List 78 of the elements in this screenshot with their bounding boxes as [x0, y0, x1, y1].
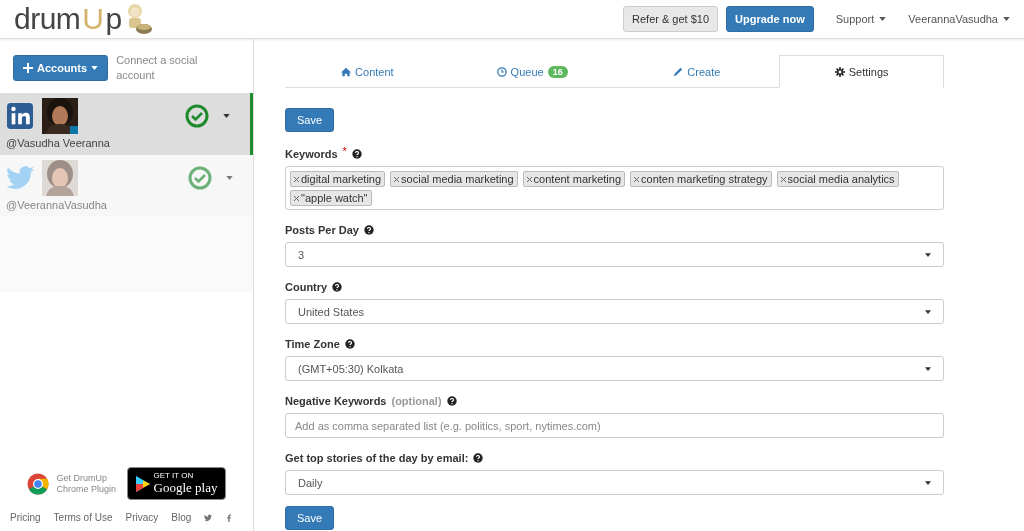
help-icon[interactable] [364, 225, 374, 235]
caret-icon [925, 309, 931, 314]
select-field[interactable]: United States [285, 299, 944, 324]
field-label: Posts Per Day [285, 223, 359, 237]
keyword-tag[interactable]: social media analytics [776, 171, 899, 187]
optional-hint: (optional) [391, 394, 442, 408]
pencil-icon [673, 66, 684, 77]
accounts-button[interactable]: Accounts [13, 55, 109, 81]
caret-icon [925, 480, 931, 485]
select-field[interactable]: (GMT+05:30) Kolkata [285, 356, 944, 381]
save-button[interactable]: Save [285, 506, 335, 530]
upgrade-button[interactable]: Upgrade now [726, 6, 814, 32]
save-button[interactable]: Save [285, 108, 335, 132]
select-field[interactable]: 3 [285, 242, 944, 267]
gear-icon [834, 66, 845, 77]
remove-icon[interactable] [294, 195, 299, 201]
account-item[interactable]: @VeerannaVasudha [0, 155, 253, 217]
remove-icon[interactable] [394, 176, 400, 182]
plugin-link[interactable]: Get DrumUp Chrome Plugin [56, 472, 119, 495]
check-icon [185, 104, 209, 128]
tab[interactable]: Create [614, 55, 780, 87]
caret-icon [925, 252, 931, 257]
help-icon[interactable] [473, 453, 484, 463]
field-label: Get top stories of the day by email: [285, 451, 469, 465]
keyword-tag[interactable]: digital marketing [290, 171, 386, 187]
remove-icon[interactable] [294, 176, 299, 182]
account-item[interactable]: @Vasudha Veeranna [0, 93, 253, 155]
field-label: Time Zone [285, 337, 340, 351]
footer-link[interactable]: Terms of Use [53, 512, 113, 523]
footer-link[interactable]: Pricing [10, 512, 41, 523]
account-handle: @Vasudha Veeranna [6, 137, 111, 149]
refer-button[interactable]: Refer & get $10 [623, 6, 719, 32]
help-icon[interactable] [344, 339, 355, 349]
count-badge: 16 [547, 65, 568, 78]
required-mark: * [342, 144, 347, 158]
menu-dropdown[interactable]: VeerannaVasudha [908, 13, 1010, 25]
bird-icon[interactable] [204, 513, 213, 522]
caret-icon [226, 176, 233, 180]
remove-icon[interactable] [526, 176, 532, 182]
home-icon [341, 66, 352, 77]
caret-icon [925, 366, 931, 371]
keyword-tag[interactable]: "apple watch" [290, 190, 372, 206]
check-icon [188, 166, 212, 190]
remove-icon[interactable] [780, 176, 786, 182]
account-handle: @VeerannaVasudha [6, 199, 108, 211]
field-label: Country [285, 280, 328, 294]
field-label: Negative Keywords [285, 394, 387, 408]
keyword-tag[interactable]: social media marketing [390, 171, 518, 187]
tab[interactable]: Queue 16 [449, 55, 615, 87]
google-play-badge[interactable]: GET IT ON Google play [126, 467, 227, 500]
chrome-icon[interactable] [26, 472, 49, 495]
tab[interactable]: Content [285, 55, 450, 87]
select-field[interactable]: Daily [285, 470, 944, 495]
plus-icon [23, 63, 33, 73]
bird-icon [6, 165, 34, 191]
caret-icon [1003, 17, 1010, 21]
help-icon[interactable] [332, 282, 343, 292]
clock-icon [496, 66, 507, 77]
footer-link[interactable]: Privacy [125, 512, 159, 523]
tab[interactable]: Settings [779, 55, 944, 88]
field-label: Keywords [285, 147, 338, 161]
facebook-icon[interactable] [225, 513, 234, 522]
menu-dropdown[interactable]: Support [835, 13, 887, 25]
keyword-tag[interactable]: conten marketing strategy [630, 171, 772, 187]
keywords-field[interactable]: digital marketing social media marketing content marketing conten marketing strategy social media analytics "apple watch" [285, 166, 944, 210]
caret-icon [223, 114, 230, 118]
linkedin-icon [6, 103, 34, 129]
logo[interactable]: drumUp [14, 2, 122, 36]
keyword-tag[interactable]: content marketing [522, 171, 626, 187]
caret-icon [879, 17, 887, 21]
caret-icon [91, 66, 99, 70]
footer-link[interactable]: Blog [171, 512, 192, 523]
remove-icon[interactable] [634, 176, 640, 182]
play-icon [135, 475, 150, 492]
input-field[interactable]: Add as comma separated list (e.g. politics, sport, nytimes.com) [285, 413, 944, 438]
connect-text: Connect a social account [116, 53, 199, 83]
help-icon[interactable] [446, 396, 457, 406]
help-icon[interactable] [351, 149, 362, 159]
